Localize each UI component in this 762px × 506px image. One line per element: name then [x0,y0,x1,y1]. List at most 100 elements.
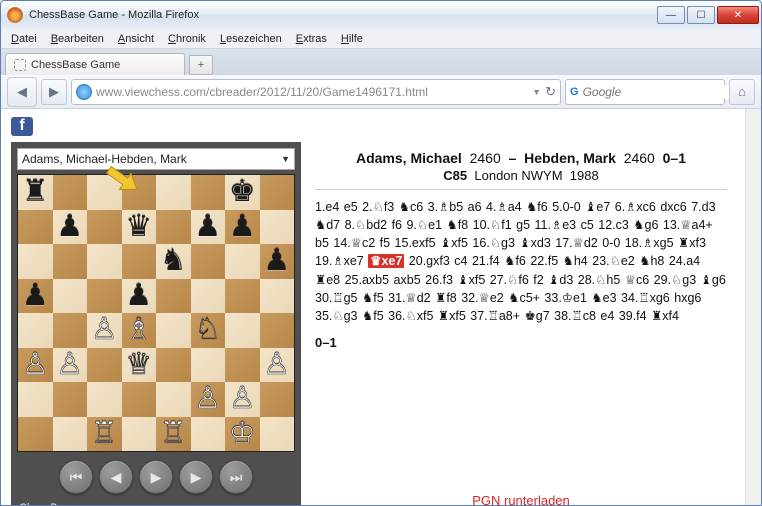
board-square[interactable]: ♗ [122,313,157,348]
menu-item[interactable]: Datei [5,31,43,47]
vcr-first-button[interactable]: ⏮ [59,460,93,494]
board-square[interactable] [225,313,260,348]
board-square[interactable] [122,417,157,452]
board-square[interactable] [18,382,53,417]
board-square[interactable]: ♕ [122,348,157,383]
board-square[interactable]: ♙ [18,348,53,383]
move-list[interactable]: 1.e4 e5 2.♘f3 ♞c6 3.♗b5 a6 4.♗a4 ♞f6 5.0… [315,198,727,325]
board-square[interactable] [260,313,295,348]
board-square[interactable]: ♜ [18,175,53,210]
board-square[interactable]: ♚ [225,175,260,210]
board-square[interactable] [87,244,122,279]
board-square[interactable] [53,279,88,314]
back-button[interactable]: ◀ [7,77,37,107]
board-square[interactable] [87,348,122,383]
board-square[interactable]: ♟ [18,279,53,314]
board-square[interactable]: ♟ [191,210,226,245]
board-square[interactable] [18,210,53,245]
board-square[interactable]: ♙ [260,348,295,383]
board-square[interactable] [87,210,122,245]
app-window: ChessBase Game - Mozilla Firefox — ☐ ✕ D… [0,0,762,506]
board-square[interactable]: ♟ [53,210,88,245]
pgn-download-link[interactable]: PGN runterladen [472,493,570,505]
board-square[interactable]: ♔ [225,417,260,452]
board-square[interactable] [260,210,295,245]
board-square[interactable] [53,382,88,417]
board-square[interactable]: ♖ [87,417,122,452]
menu-item[interactable]: Ansicht [112,31,160,47]
board-square[interactable] [156,210,191,245]
game-selector[interactable]: Adams, Michael-Hebden, Mark ▼ [17,148,295,170]
vcr-play-button[interactable]: ▶ [139,460,173,494]
board-square[interactable] [18,244,53,279]
board-square[interactable]: ♖ [156,417,191,452]
maximize-button[interactable]: ☐ [687,6,715,24]
search-input[interactable] [583,85,740,99]
board-square[interactable]: ♙ [225,382,260,417]
new-tab-button[interactable]: + [189,55,213,75]
board-square[interactable] [225,348,260,383]
board-square[interactable] [156,382,191,417]
board-square[interactable] [122,382,157,417]
url-bar[interactable]: ▼ ↻ [71,79,561,105]
board-square[interactable] [191,244,226,279]
close-button[interactable]: ✕ [717,6,759,24]
board-square[interactable]: ♙ [191,382,226,417]
board-square[interactable] [53,175,88,210]
board-square[interactable]: ♟ [122,279,157,314]
board-square[interactable] [225,244,260,279]
board-square[interactable]: ♞ [156,244,191,279]
board-square[interactable] [191,279,226,314]
vcr-last-button[interactable]: ⏭ [219,460,253,494]
menu-item[interactable]: Bearbeiten [45,31,110,47]
board-square[interactable]: ♛ [122,210,157,245]
board-square[interactable] [53,417,88,452]
board-square[interactable]: ♙ [53,348,88,383]
board-square[interactable]: ♟ [260,244,295,279]
board-square[interactable]: ♘ [191,313,226,348]
board-square[interactable] [260,175,295,210]
board-square[interactable] [53,244,88,279]
board-square[interactable] [53,313,88,348]
board-square[interactable] [191,348,226,383]
home-button[interactable]: ⌂ [729,79,755,105]
menu-item[interactable]: Lesezeichen [214,31,288,47]
vcr-prev-button[interactable]: ◀ [99,460,133,494]
board-square[interactable] [18,417,53,452]
minimize-button[interactable]: — [657,6,685,24]
dropdown-icon[interactable]: ▼ [532,87,541,97]
board-square[interactable] [156,313,191,348]
chess-board[interactable]: ♜♚♟♛♟♟♞♟♟♟♙♗♘♙♙♕♙♙♙♖♖♔ [17,174,295,452]
menu-item[interactable]: Chronik [162,31,212,47]
board-square[interactable] [225,279,260,314]
board-square[interactable] [156,279,191,314]
board-square[interactable]: ♙ [87,313,122,348]
chess-piece-icon: ♙ [91,315,118,345]
menu-item[interactable]: Hilfe [335,31,369,47]
board-square[interactable] [87,382,122,417]
board-square[interactable] [122,175,157,210]
forward-button[interactable]: ▶ [41,79,67,105]
chessbase-link[interactable]: ChessBase [17,500,295,505]
vcr-next-button[interactable]: ▶ [179,460,213,494]
board-square[interactable] [18,313,53,348]
board-square[interactable] [260,382,295,417]
board-square[interactable] [122,244,157,279]
board-square[interactable] [191,175,226,210]
browser-tab[interactable]: ChessBase Game [5,53,185,75]
game-result: 0–1 [315,335,727,350]
board-square[interactable] [87,279,122,314]
reload-icon[interactable]: ↻ [545,84,556,100]
board-square[interactable] [156,175,191,210]
vertical-scrollbar[interactable] [745,109,761,505]
chess-piece-icon: ♛ [125,212,152,242]
menu-item[interactable]: Extras [290,31,333,47]
board-square[interactable]: ♟ [225,210,260,245]
board-square[interactable] [260,417,295,452]
board-square[interactable] [260,279,295,314]
board-square[interactable] [156,348,191,383]
url-input[interactable] [96,85,528,99]
board-square[interactable] [191,417,226,452]
search-bar[interactable]: G [565,79,725,105]
facebook-share-icon[interactable]: f [11,117,33,136]
